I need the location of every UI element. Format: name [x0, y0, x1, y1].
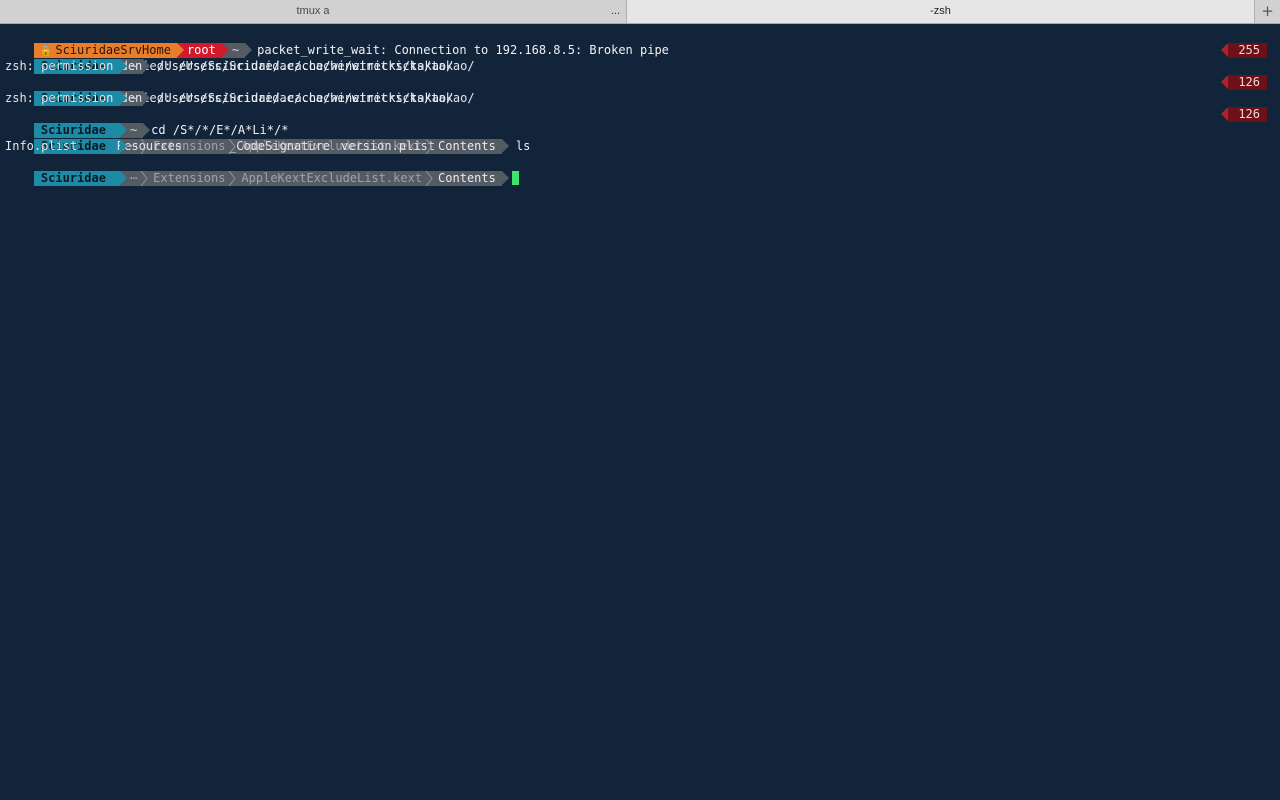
ls-output-line: Info.plist Resources _CodeSignature version… — [5, 138, 1275, 154]
prompt-line: 🔒 SciuridaeSrvHome root ~ packet_write_wait:… — [5, 26, 1275, 58]
tab-zsh[interactable]: -zsh — [627, 0, 1255, 23]
current-dir-segment: Contents — [428, 170, 509, 186]
prompt-line: Sciuridae ⋯ Extensions AppleKextExcludeList… — [5, 122, 1275, 154]
prompt-line: Sciuridae ~/Users/Sciuridae/.cache/winetr… — [5, 42, 1275, 74]
prompt-line: Sciuridae ⋯ Extensions AppleKextExcludeList… — [5, 154, 1275, 186]
file-entry: Info.plist — [5, 139, 78, 153]
output-line: zsh: permission denied: /Users/Sciuridae… — [5, 59, 475, 73]
tab-title: tmux a — [296, 5, 330, 17]
plus-icon: + — [1261, 2, 1274, 20]
exit-code: 126 — [1238, 74, 1260, 89]
terminal-output[interactable]: 🔒 SciuridaeSrvHome root ~ packet_write_wait:… — [5, 26, 1275, 186]
tab-overflow-ellipsis[interactable]: ... — [611, 0, 620, 23]
tab-title: -zsh — [930, 5, 951, 17]
path-part: AppleKextExcludeList.kext — [241, 170, 423, 185]
new-tab-button[interactable]: + — [1255, 0, 1280, 23]
exit-code: 126 — [1238, 106, 1260, 121]
exit-code: 255 — [1238, 42, 1260, 57]
path-segment: AppleKextExcludeList.kext — [231, 170, 433, 186]
path-part: Contents — [438, 170, 496, 185]
exit-status-badge: 126 — [1221, 74, 1267, 90]
file-entry: _CodeSignature — [229, 139, 331, 153]
file-entry: Resources — [117, 139, 183, 153]
exit-status-badge: 126 — [1221, 106, 1267, 122]
path-segment: Extensions — [143, 170, 237, 186]
file-entry: version.plist — [341, 139, 435, 153]
prompt-line: Sciuridae ~/Users/Sciuridae/.cache/winetr… — [5, 74, 1275, 106]
tab-tmux[interactable]: tmux a ... — [0, 0, 627, 23]
tab-bar: tmux a ... -zsh + — [0, 0, 1280, 24]
terminal-cursor[interactable] — [511, 171, 519, 185]
output-line: zsh: permission denied: /Users/Sciuridae… — [5, 91, 475, 105]
exit-status-badge: 255 — [1221, 42, 1267, 58]
ellipsis-icon: ⋯ — [129, 170, 138, 185]
path-part: Extensions — [153, 170, 226, 185]
prompt-line: Sciuridae ~ cd /S*/*/E*/A*Li*/* 126 — [5, 106, 1275, 138]
user-segment: Sciuridae — [33, 170, 127, 186]
user-name: Sciuridae — [40, 170, 106, 185]
